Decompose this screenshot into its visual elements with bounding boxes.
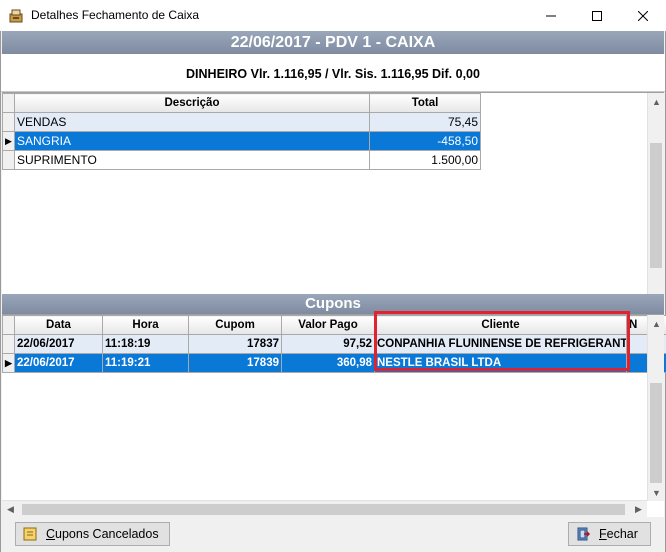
cell-cliente: NESTLE BRASIL LTDA <box>374 353 627 373</box>
cupons-vertical-scrollbar[interactable]: ▲ ▼ <box>647 315 664 501</box>
row-indicator-header <box>2 315 15 335</box>
scroll-up-icon[interactable]: ▲ <box>648 315 665 332</box>
table-row-selected[interactable]: ▶ 22/06/2017 11:19:21 17839 360,98 NESTL… <box>2 353 666 373</box>
title-bar: Detalhes Fechamento de Caixa <box>0 0 666 31</box>
maximize-icon <box>592 10 602 21</box>
minimize-icon <box>546 15 556 16</box>
cell-total: 1.500,00 <box>369 150 481 170</box>
scroll-left-icon[interactable]: ◀ <box>2 501 19 518</box>
column-header-data[interactable]: Data <box>14 315 103 335</box>
cupons-table: Data Hora Cupom Valor Pago Cliente N 22/… <box>2 315 666 373</box>
cell-descricao: SUPRIMENTO <box>14 150 370 170</box>
cash-summary: DINHEIRO Vlr. 1.116,95 / Vlr. Sis. 1.116… <box>1 54 665 92</box>
cupons-cancelados-label: Cupons Cancelados <box>46 527 159 541</box>
column-header-descricao[interactable]: Descrição <box>14 93 370 113</box>
column-header-total[interactable]: Total <box>369 93 481 113</box>
row-pointer-icon: ▶ <box>2 353 15 373</box>
table-row[interactable]: SUPRIMENTO 1.500,00 <box>2 150 481 170</box>
cupons-grid[interactable]: Data Hora Cupom Valor Pago Cliente N 22/… <box>2 314 666 517</box>
row-pointer-icon: ▶ <box>2 131 15 151</box>
notes-icon <box>23 527 37 541</box>
minimize-button[interactable] <box>528 0 574 31</box>
column-header-cliente[interactable]: Cliente <box>374 315 627 335</box>
cell-cupom: 17837 <box>188 334 282 354</box>
row-indicator-header <box>2 93 15 113</box>
column-header-cupom[interactable]: Cupom <box>188 315 282 335</box>
cupons-cancelados-button[interactable]: Cupons Cancelados <box>15 522 170 546</box>
cell-hora: 11:18:19 <box>102 334 189 354</box>
cell-hora: 11:19:21 <box>102 353 189 373</box>
table-row[interactable]: 22/06/2017 11:18:19 17837 97,52 CONPANHI… <box>2 334 666 354</box>
scroll-right-icon[interactable]: ▶ <box>630 501 647 518</box>
table-row[interactable]: VENDAS 75,45 <box>2 112 481 132</box>
cupons-horizontal-scrollbar[interactable]: ◀ ▶ <box>2 500 647 517</box>
scroll-thumb[interactable] <box>22 504 625 515</box>
row-indicator <box>2 112 15 132</box>
page-title: 22/06/2017 - PDV 1 - CAIXA <box>2 31 664 54</box>
maximize-button[interactable] <box>574 0 620 31</box>
scroll-thumb[interactable] <box>650 383 662 483</box>
cell-total: 75,45 <box>369 112 481 132</box>
totals-grid[interactable]: Descrição Total VENDAS 75,45 ▶ SANGRIA -… <box>2 92 664 321</box>
cell-descricao: SANGRIA <box>14 131 370 151</box>
window-client: 22/06/2017 - PDV 1 - CAIXA DINHEIRO Vlr.… <box>0 31 666 552</box>
scroll-up-icon[interactable]: ▲ <box>648 93 665 110</box>
column-header-valor-pago[interactable]: Valor Pago <box>281 315 375 335</box>
cell-cliente: CONPANHIA FLUNINENSE DE REFRIGERANTE <box>374 334 627 354</box>
cell-total: -458,50 <box>369 131 481 151</box>
close-button[interactable] <box>620 0 666 31</box>
cell-data: 22/06/2017 <box>14 353 103 373</box>
app-icon <box>9 9 23 23</box>
row-indicator <box>2 334 15 354</box>
window-title: Detalhes Fechamento de Caixa <box>31 8 200 22</box>
table-row-selected[interactable]: ▶ SANGRIA -458,50 <box>2 131 481 151</box>
cell-valor-pago: 97,52 <box>281 334 375 354</box>
exit-door-icon <box>577 527 591 541</box>
scroll-down-icon[interactable]: ▼ <box>648 484 665 501</box>
cell-cupom: 17839 <box>188 353 282 373</box>
cupons-section-title: Cupons <box>2 294 664 314</box>
row-indicator <box>2 150 15 170</box>
column-header-hora[interactable]: Hora <box>102 315 189 335</box>
totals-table: Descrição Total VENDAS 75,45 ▶ SANGRIA -… <box>2 93 481 170</box>
cell-descricao: VENDAS <box>14 112 370 132</box>
totals-vertical-scrollbar[interactable]: ▲ ▼ <box>647 93 664 321</box>
fechar-label: Fechar <box>599 527 638 541</box>
cell-data: 22/06/2017 <box>14 334 103 354</box>
fechar-button[interactable]: Fechar <box>568 522 651 546</box>
close-icon <box>638 10 648 21</box>
cell-valor-pago: 360,98 <box>281 353 375 373</box>
scroll-thumb[interactable] <box>650 143 662 268</box>
